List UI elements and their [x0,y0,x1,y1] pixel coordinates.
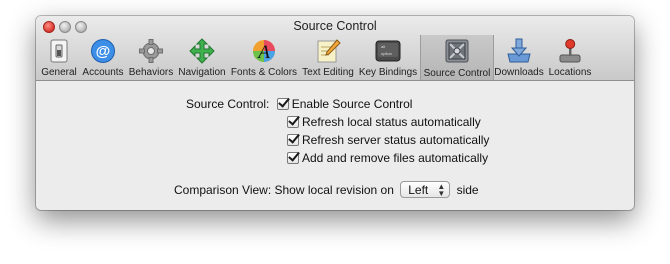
svg-text:option: option [381,51,392,56]
tab-downloads[interactable]: Downloads [494,36,544,79]
source-control-pane: Source Control: Enable Source Control Re… [36,81,634,210]
tab-source-control[interactable]: Source Control [420,35,494,80]
keyboard-key-icon: alt option [375,38,401,64]
tab-accounts[interactable]: @ Accounts [82,36,124,79]
window-title: Source Control [293,19,377,33]
tab-navigation[interactable]: Navigation [177,36,227,79]
comparison-view-row: Comparison View: Show local revision on … [174,181,479,198]
navigation-arrows-icon [189,38,215,64]
svg-text:A: A [256,42,270,63]
source-control-row: Source Control: Enable Source Control [186,97,412,111]
checkbox-checked[interactable] [287,134,299,146]
comparison-suffix-text: side [456,183,479,197]
tab-locations[interactable]: Locations [547,36,593,79]
svg-text:@: @ [96,43,111,60]
notepad-pencil-icon [315,38,341,64]
comparison-prefix-text: Show local revision on [274,183,394,197]
gear-icon [138,38,164,64]
popup-arrows-icon: ▲ ▼ [437,182,446,198]
comparison-side-popup[interactable]: Left ▲ ▼ [400,181,451,198]
general-switch-icon [46,38,72,64]
tab-fonts-colors[interactable]: A Fonts & Colors [230,36,298,79]
tab-behaviors[interactable]: Behaviors [128,36,174,79]
tab-general[interactable]: General [40,36,78,79]
checkbox-checked[interactable] [287,152,299,164]
toolbar: Source Control General @ Accounts Behavi… [36,16,634,81]
refresh-server-checkbox[interactable]: Refresh server status automatically [287,133,489,147]
enable-source-control-checkbox[interactable]: Enable Source Control [276,97,412,111]
comparison-view-label: Comparison View: [174,183,272,197]
popup-selected-value: Left [408,183,429,197]
tab-key-bindings[interactable]: alt option Key Bindings [358,36,418,79]
refresh-local-checkbox[interactable]: Refresh local status automatically [287,115,481,129]
at-sign-icon: @ [90,38,116,64]
source-control-label: Source Control: [186,97,270,111]
add-remove-files-checkbox[interactable]: Add and remove files automatically [287,151,488,165]
download-tray-icon [506,38,532,64]
joystick-icon [557,38,583,64]
font-colors-icon: A [251,38,277,64]
tab-text-editing[interactable]: Text Editing [301,36,355,79]
checkbox-checked[interactable] [287,116,299,128]
source-control-icon [444,38,470,64]
preferences-window: Source Control General @ Accounts Behavi… [36,16,634,210]
checkbox-checked[interactable] [276,98,289,110]
